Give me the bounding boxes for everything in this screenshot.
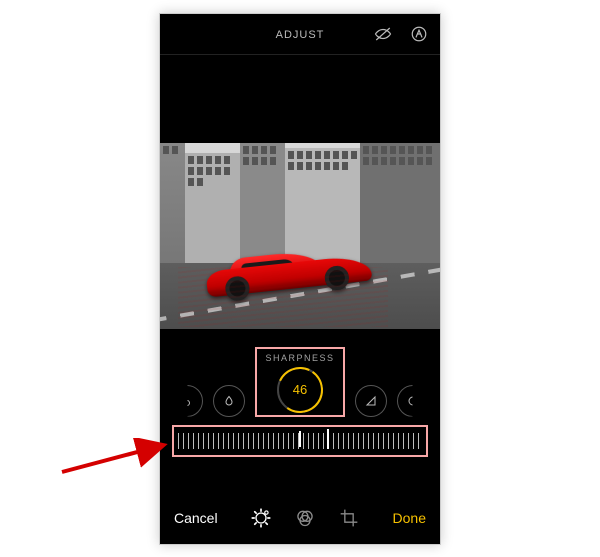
bottom-bar: Cancel [160,492,440,544]
adjust-sharpness-dial[interactable]: 46 [277,367,323,413]
mode-adjust-icon[interactable] [251,508,271,528]
annotation-arrow [60,438,170,478]
adjustment-name-label: SHARPNESS [265,353,334,363]
adjustment-slider[interactable] [178,431,422,451]
auto-enhance-icon[interactable] [410,25,428,43]
done-button[interactable]: Done [393,510,426,526]
adjust-prev-tint[interactable] [213,385,245,417]
slider-highlight [172,425,428,457]
cancel-button[interactable]: Cancel [174,510,218,526]
photo-preview[interactable] [160,143,440,329]
preview-original-icon[interactable] [374,25,392,43]
slider-indicator [327,429,329,449]
mode-filters-icon[interactable] [295,508,315,528]
adjust-controls: SHARPNESS 46 [160,329,440,492]
current-adjust-highlight: SHARPNESS 46 [255,347,344,417]
adjust-prev-warmth[interactable] [171,385,203,417]
mode-title: ADJUST [276,29,325,41]
top-bar: ADJUST [160,14,440,55]
adjust-next-definition[interactable] [355,385,387,417]
mode-crop-icon[interactable] [339,508,359,528]
adjust-next-noise[interactable] [397,385,429,417]
preview-scene [160,143,440,329]
photo-edit-screen: ADJUST [159,13,441,545]
